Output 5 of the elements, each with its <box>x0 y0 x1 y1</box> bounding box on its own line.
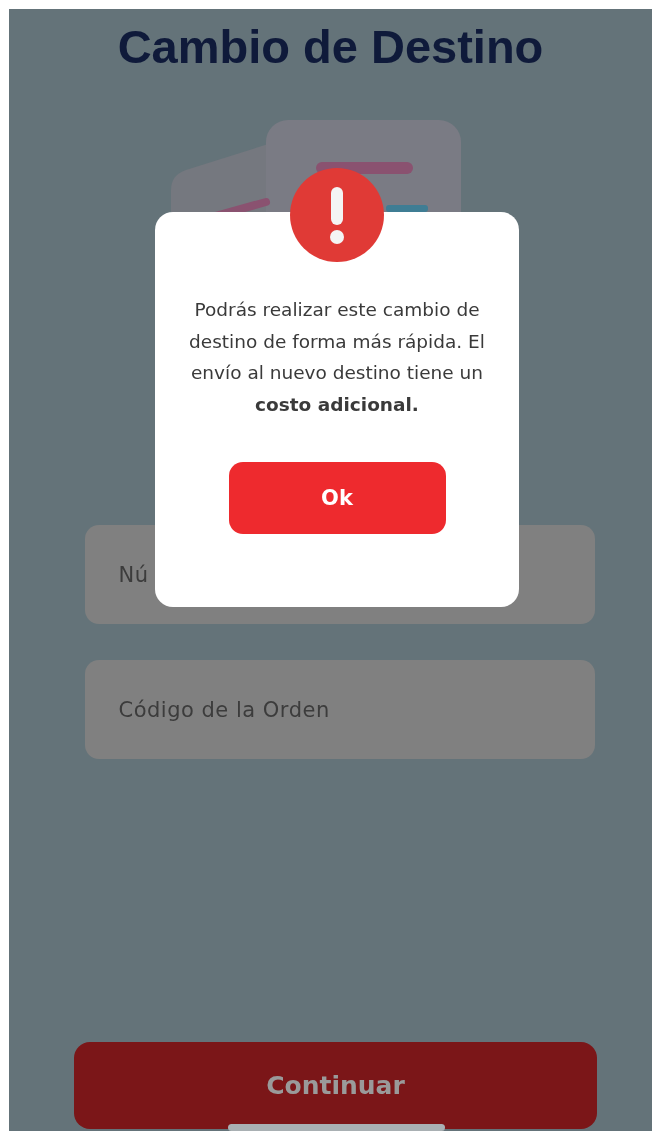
page-title: Cambio de Destino <box>117 19 544 75</box>
ok-button[interactable]: Ok <box>228 462 446 534</box>
input-field[interactable]: Código de la Orden <box>84 660 595 759</box>
alert-message: Podrás realizar este cambio de destino de forma más rápida. El envío al nuevo destino tiene un costo adicional. <box>188 298 486 417</box>
continue-button[interactable]: Continuar <box>74 1042 597 1129</box>
